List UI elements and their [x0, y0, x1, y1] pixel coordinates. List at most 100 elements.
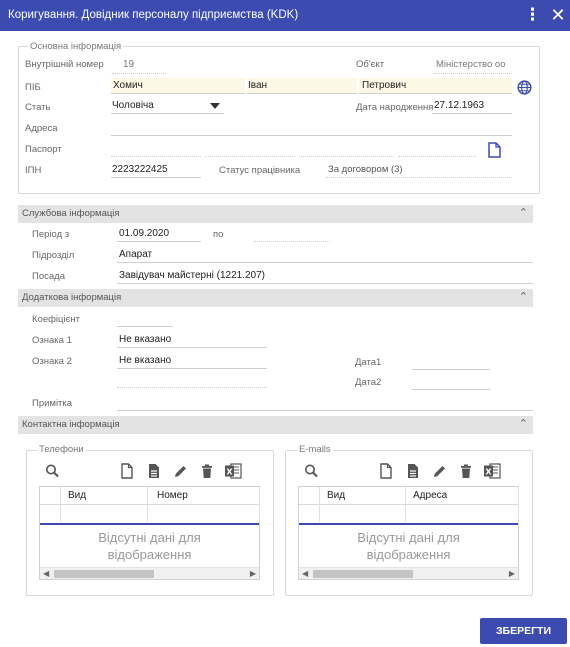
- scroll-left-icon[interactable]: ◀: [302, 569, 308, 578]
- additional-info-title: Додаткова інформація: [22, 292, 122, 303]
- sign2-field[interactable]: Не вказано: [117, 353, 267, 369]
- passport-issued-field[interactable]: [299, 141, 394, 157]
- main-info-legend: Основна інформація: [28, 41, 124, 52]
- contact-info-header[interactable]: Контактна інформація ⌃: [18, 416, 533, 434]
- edit-icon[interactable]: [173, 463, 187, 479]
- scroll-left-icon[interactable]: ◀: [43, 569, 49, 578]
- period-from-field[interactable]: 01.09.2020: [117, 226, 201, 242]
- scroll-right-icon[interactable]: ▶: [250, 569, 256, 578]
- emails-col-address[interactable]: Адреса: [413, 490, 447, 501]
- passport-series-field[interactable]: [111, 141, 201, 157]
- phones-horizontal-scrollbar[interactable]: ◀ ▶: [40, 567, 259, 579]
- sign1-value: Не вказано: [119, 334, 172, 345]
- coefficient-field[interactable]: [117, 311, 173, 327]
- last-name-value: Хомич: [113, 80, 143, 91]
- internal-number-label: Внутрішній номер: [25, 59, 104, 70]
- column-divider: [405, 487, 406, 522]
- department-label: Підрозділ: [32, 250, 75, 261]
- dropdown-arrow-icon[interactable]: [210, 103, 220, 109]
- coefficient-label: Коефіцієнт: [32, 314, 81, 325]
- note-label: Примітка: [32, 398, 73, 409]
- internal-number-underline: [112, 73, 166, 74]
- birth-date-field[interactable]: 27.12.1963: [432, 98, 512, 114]
- service-info-header[interactable]: Службова інформація ⌃: [18, 205, 533, 223]
- new-document-icon[interactable]: [120, 463, 134, 479]
- edit-icon[interactable]: [432, 463, 446, 479]
- column-divider: [518, 487, 519, 522]
- emails-legend: E-mails: [297, 444, 333, 455]
- first-name-field[interactable]: Іван: [247, 78, 357, 94]
- period-to-field[interactable]: [254, 226, 330, 242]
- date1-label: Дата1: [355, 357, 382, 368]
- scroll-thumb[interactable]: [54, 570, 154, 578]
- save-button[interactable]: ЗБЕРЕГТИ: [480, 618, 567, 644]
- document-icon[interactable]: [488, 142, 501, 158]
- emails-col-type[interactable]: Вид: [327, 490, 345, 501]
- object-underline: [434, 73, 512, 74]
- address-label: Адреса: [25, 123, 58, 134]
- service-info-title: Службова інформація: [22, 208, 120, 219]
- passport-number-field[interactable]: [205, 141, 295, 157]
- document-details-icon[interactable]: [147, 463, 161, 479]
- last-name-field[interactable]: Хомич: [111, 78, 245, 94]
- gender-select[interactable]: Чоловіча: [111, 98, 224, 114]
- collapse-icon[interactable]: ⌃: [519, 417, 528, 430]
- document-details-icon[interactable]: [406, 463, 420, 479]
- sign2-extra-field[interactable]: [117, 372, 267, 388]
- delete-icon[interactable]: [200, 463, 214, 479]
- note-field[interactable]: [117, 395, 533, 411]
- sign1-label: Ознака 1: [32, 335, 72, 346]
- scroll-thumb[interactable]: [313, 570, 413, 578]
- phones-col-number[interactable]: Номер: [157, 490, 188, 501]
- pib-label: ПІБ: [25, 82, 41, 93]
- sign2-value: Не вказано: [119, 355, 172, 366]
- excel-export-icon[interactable]: X: [483, 463, 501, 479]
- ipn-value: 2223222425: [112, 164, 168, 175]
- delete-icon[interactable]: [459, 463, 473, 479]
- middle-name-field[interactable]: Петрович: [359, 78, 512, 94]
- empty-line-1: Відсутні дані для: [357, 530, 460, 545]
- collapse-icon[interactable]: ⌃: [519, 206, 528, 219]
- employee-status-field[interactable]: За договором (3): [326, 162, 512, 178]
- column-divider: [259, 487, 260, 522]
- emails-empty-message: Відсутні дані для відображення: [299, 529, 518, 563]
- collapse-icon[interactable]: ⌃: [519, 290, 528, 303]
- excel-export-icon[interactable]: X: [224, 463, 242, 479]
- grid-accent-line: [299, 523, 518, 525]
- column-divider: [147, 487, 148, 522]
- close-icon[interactable]: ✕: [550, 6, 566, 26]
- phones-col-type[interactable]: Вид: [68, 490, 86, 501]
- middle-name-value: Петрович: [362, 80, 407, 91]
- ipn-field[interactable]: 2223222425: [111, 162, 201, 178]
- contact-info-title: Контактна інформація: [22, 419, 120, 430]
- period-to-label: по: [213, 229, 224, 240]
- passport-date-field[interactable]: [398, 141, 476, 157]
- empty-line-2: відображення: [107, 547, 192, 562]
- emails-horizontal-scrollbar[interactable]: ◀ ▶: [299, 567, 518, 579]
- employee-status-label: Статус працівника: [219, 165, 301, 176]
- additional-info-header[interactable]: Додаткова інформація ⌃: [18, 289, 533, 307]
- position-field[interactable]: Завідувач майстерні (1221.207): [117, 268, 533, 284]
- globe-icon[interactable]: [517, 80, 532, 95]
- birth-date-value: 27.12.1963: [434, 100, 485, 111]
- employee-status-value: За договором (3): [328, 164, 403, 175]
- grid-accent-line: [40, 523, 259, 525]
- address-field[interactable]: [111, 120, 512, 136]
- search-icon[interactable]: [304, 463, 318, 479]
- emails-grid-header: Вид Адреса: [299, 487, 518, 505]
- new-document-icon[interactable]: [379, 463, 393, 479]
- department-field[interactable]: Апарат: [117, 247, 533, 263]
- search-icon[interactable]: [45, 463, 59, 479]
- first-name-value: Іван: [248, 80, 268, 91]
- date2-field[interactable]: [412, 374, 490, 390]
- phones-grid: Вид Номер Відсутні дані для відображення…: [39, 486, 260, 580]
- more-menu-icon[interactable]: ⋮: [524, 6, 541, 26]
- sign1-field[interactable]: Не вказано: [117, 332, 267, 348]
- object-value: Міністерство оо: [436, 59, 506, 70]
- period-from-label: Період з: [32, 229, 70, 240]
- position-label: Посада: [32, 271, 65, 282]
- scroll-right-icon[interactable]: ▶: [509, 569, 515, 578]
- sign2-label: Ознака 2: [32, 356, 72, 367]
- date1-field[interactable]: [412, 354, 490, 370]
- position-value: Завідувач майстерні (1221.207): [119, 270, 266, 281]
